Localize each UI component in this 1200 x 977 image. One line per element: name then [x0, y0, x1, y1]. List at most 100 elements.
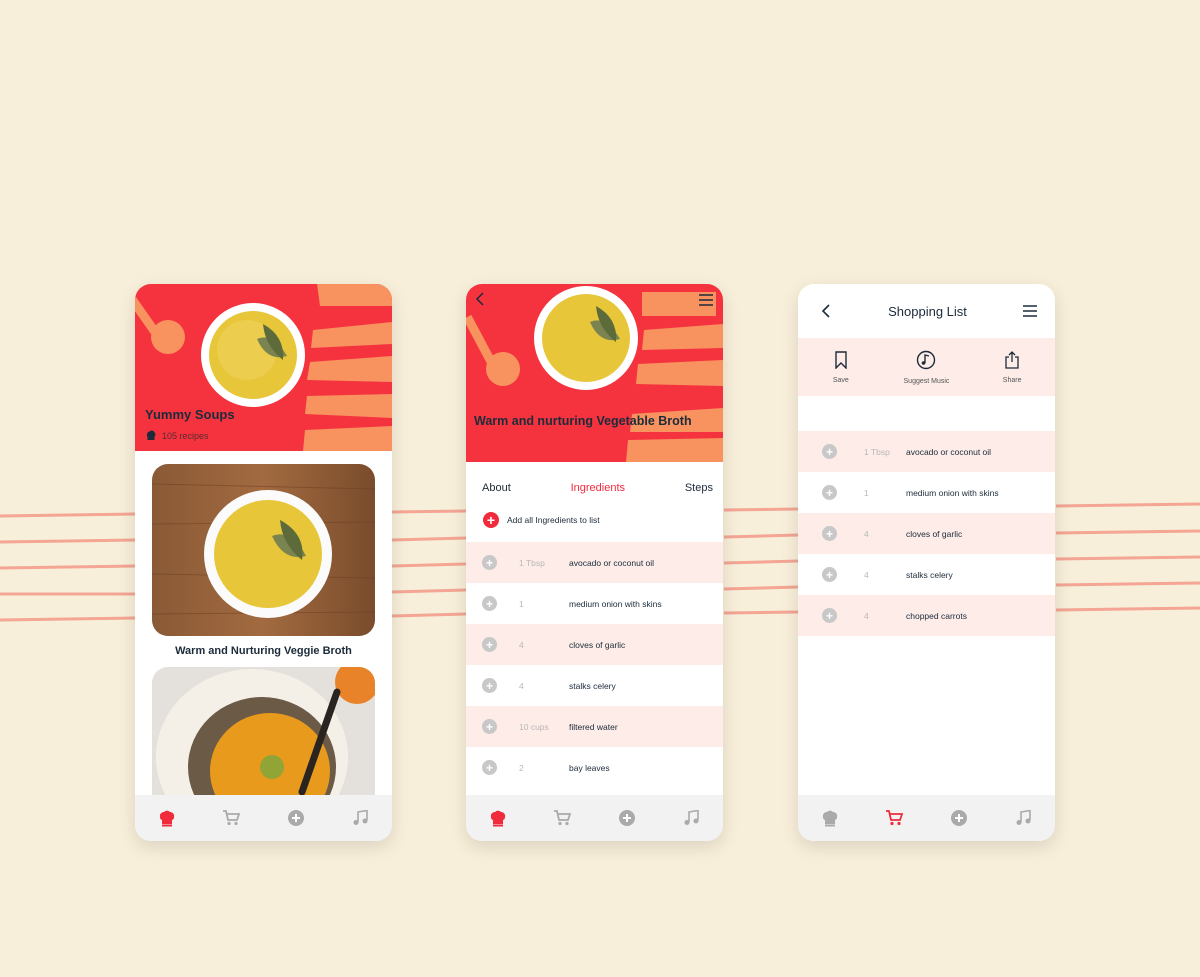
- item-qty: 4: [864, 528, 869, 539]
- add-item-icon[interactable]: +: [822, 608, 837, 623]
- recipe-title: Warm and nurturing Vegetable Broth: [474, 414, 692, 428]
- item-qty: 1 Tbsp: [864, 446, 890, 457]
- list-item: + 4 chopped carrots: [798, 595, 1055, 636]
- add-item-icon[interactable]: +: [482, 678, 497, 693]
- suggest-music-label: Suggest Music: [903, 377, 950, 385]
- chef-hat-icon[interactable]: [483, 803, 513, 833]
- list-item: + 4 stalks celery: [466, 665, 723, 706]
- cart-icon[interactable]: [216, 803, 246, 833]
- save-label: Save: [832, 376, 849, 384]
- item-qty: 10 cups: [519, 721, 549, 732]
- back-chevron-icon[interactable]: [474, 292, 486, 306]
- hero-graphic: [466, 286, 723, 462]
- music-note-icon[interactable]: [676, 803, 706, 833]
- item-name: chopped carrots: [906, 610, 967, 621]
- tab-ingredients[interactable]: Ingredients: [571, 482, 625, 494]
- list-item: + 2 bay leaves: [466, 747, 723, 788]
- item-name: cloves of garlic: [569, 639, 626, 650]
- add-all-ingredients-button[interactable]: + Add all Ingredients to list: [483, 512, 600, 528]
- bottom-nav: [798, 795, 1055, 841]
- item-name: filtered water: [569, 721, 618, 732]
- add-item-icon[interactable]: +: [822, 526, 837, 541]
- tab-about[interactable]: About: [482, 482, 511, 494]
- list-item: + 4 cloves of garlic: [466, 624, 723, 665]
- item-name: avocado or coconut oil: [906, 446, 992, 457]
- item-name: medium onion with skins: [906, 487, 999, 498]
- category-title: Yummy Soups: [145, 407, 235, 422]
- ingredient-list: + 1 Tbsp avocado or coconut oil + 1 medi…: [466, 542, 723, 788]
- item-qty: 1: [519, 598, 524, 609]
- list-item: + 1 medium onion with skins: [466, 583, 723, 624]
- recipe-card-image[interactable]: [152, 464, 375, 636]
- list-item: + 4 stalks celery: [798, 554, 1055, 595]
- add-item-icon[interactable]: +: [482, 719, 497, 734]
- add-item-icon[interactable]: +: [822, 567, 837, 582]
- menu-icon[interactable]: [1023, 305, 1037, 317]
- item-qty: 1 Tbsp: [519, 557, 545, 568]
- add-item-icon[interactable]: +: [482, 637, 497, 652]
- save-button[interactable]: Save: [806, 350, 876, 384]
- bottom-nav: [466, 795, 723, 841]
- pumpkin-soup-photo: [152, 667, 375, 797]
- add-item-icon[interactable]: +: [482, 760, 497, 775]
- item-qty: 4: [864, 610, 869, 621]
- plus-circle-icon: +: [483, 512, 499, 528]
- item-qty: 4: [519, 639, 524, 650]
- item-name: cloves of garlic: [906, 528, 963, 539]
- plus-circle-icon[interactable]: [612, 803, 642, 833]
- list-item: + 10 cups filtered water: [466, 706, 723, 747]
- shopping-list: + 1 Tbsp avocado or coconut oil + 1 medi…: [798, 431, 1055, 636]
- list-item: + 1 medium onion with skins: [798, 472, 1055, 513]
- category-hero: Yummy Soups 105 recipes: [135, 284, 392, 451]
- cart-icon[interactable]: [879, 803, 909, 833]
- item-name: stalks celery: [906, 569, 953, 580]
- veggie-broth-photo: [152, 464, 375, 636]
- add-item-icon[interactable]: +: [822, 444, 837, 459]
- menu-icon[interactable]: [699, 294, 713, 306]
- shopping-list-header: Shopping List: [798, 284, 1055, 338]
- music-note-icon[interactable]: [345, 803, 375, 833]
- item-qty: 1: [864, 487, 869, 498]
- recipe-detail-screen: Warm and nurturing Vegetable Broth About…: [466, 284, 723, 841]
- item-qty: 4: [864, 569, 869, 580]
- page-title: Shopping List: [888, 303, 967, 319]
- tab-steps[interactable]: Steps: [685, 482, 713, 494]
- share-icon: [1004, 350, 1020, 371]
- shopping-list-screen: Shopping List Save Suggest Music Share +: [798, 284, 1055, 841]
- chef-hat-icon: [145, 429, 157, 443]
- back-chevron-icon[interactable]: [820, 303, 832, 319]
- hero-graphic: [135, 284, 392, 451]
- add-item-icon[interactable]: +: [482, 596, 497, 611]
- list-item: + 4 cloves of garlic: [798, 513, 1055, 554]
- list-item: + 1 Tbsp avocado or coconut oil: [466, 542, 723, 583]
- action-bar: Save Suggest Music Share: [798, 338, 1055, 396]
- recipe-count: 105 recipes: [145, 429, 209, 443]
- item-qty: 4: [519, 680, 524, 691]
- item-name: bay leaves: [569, 762, 610, 773]
- recipe-tabs: About Ingredients Steps: [466, 482, 723, 494]
- add-item-icon[interactable]: +: [482, 555, 497, 570]
- recipe-card-title[interactable]: Warm and Nurturing Veggie Broth: [135, 645, 392, 657]
- cart-icon[interactable]: [547, 803, 577, 833]
- item-qty: 2: [519, 762, 524, 773]
- suggest-music-button[interactable]: Suggest Music: [891, 350, 961, 385]
- chef-hat-icon[interactable]: [815, 803, 845, 833]
- add-item-icon[interactable]: +: [822, 485, 837, 500]
- bottom-nav: [135, 795, 392, 841]
- plus-circle-icon[interactable]: [944, 803, 974, 833]
- recipe-count-label: 105 recipes: [162, 431, 209, 441]
- bookmark-icon: [834, 350, 848, 371]
- list-item: + 1 Tbsp avocado or coconut oil: [798, 431, 1055, 472]
- chef-hat-icon[interactable]: [152, 803, 182, 833]
- recipe-category-screen: Yummy Soups 105 recipes Warm and Nurturi…: [135, 284, 392, 841]
- plus-circle-icon[interactable]: [281, 803, 311, 833]
- recipe-hero: Warm and nurturing Vegetable Broth: [466, 284, 723, 462]
- share-label: Share: [1002, 376, 1022, 384]
- item-name: avocado or coconut oil: [569, 557, 655, 568]
- recipe-card-image-2[interactable]: [152, 667, 375, 797]
- music-note-icon[interactable]: [1008, 803, 1038, 833]
- add-all-label: Add all Ingredients to list: [507, 515, 600, 525]
- item-name: medium onion with skins: [569, 598, 662, 609]
- share-button[interactable]: Share: [977, 350, 1047, 384]
- item-name: stalks celery: [569, 680, 616, 691]
